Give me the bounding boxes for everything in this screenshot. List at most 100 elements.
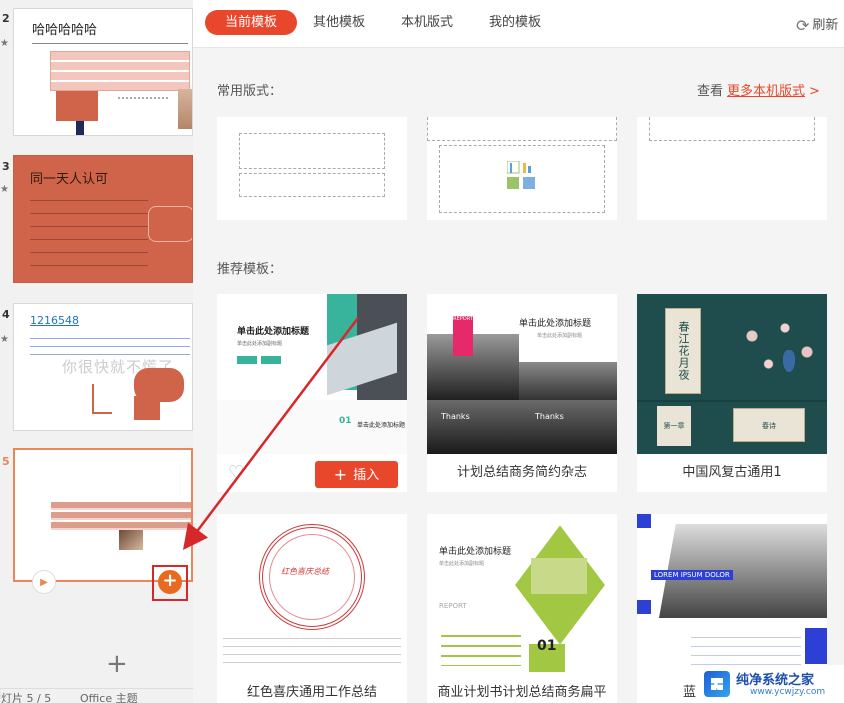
- decor-shape: [637, 514, 651, 528]
- slide-thumbnail-5[interactable]: [13, 448, 193, 582]
- template-card[interactable]: 红色喜庆总结 红色喜庆通用工作总结: [217, 514, 407, 703]
- layout-placeholder: [649, 117, 815, 141]
- slide-shape: [56, 91, 98, 121]
- template-card[interactable]: REPORT 单击此处添加标题 单击此处添加副标题 Thanks Thanks …: [427, 294, 617, 492]
- slide-count: 幻灯片 5 / 5: [0, 692, 52, 703]
- more-layouts-link[interactable]: 更多本机版式: [727, 84, 805, 99]
- template-card[interactable]: 单击此处添加标题 单击此处添加副标题 REPORT 01 商业计划书计划总结商务…: [427, 514, 617, 703]
- text-lines: [691, 632, 801, 666]
- blossom-image: [719, 304, 827, 384]
- section-title-common: 常用版式：: [217, 84, 283, 99]
- tab-current-template[interactable]: 当前模板: [205, 10, 298, 35]
- template-name: 中国风复古通用1: [682, 465, 782, 480]
- report-text: REPORT: [439, 602, 467, 610]
- ring-text: 红色喜庆总结: [281, 567, 329, 576]
- view-label: 查看: [697, 84, 724, 99]
- slide-rounded-box: [148, 206, 192, 242]
- slide-thumbnail-2[interactable]: 哈哈哈哈哈: [13, 8, 193, 136]
- slide-photo: [76, 121, 84, 135]
- slide-link-lines: [30, 334, 190, 358]
- city-image: [522, 400, 617, 454]
- slide-table: [51, 502, 191, 532]
- view-more-layouts: 查看 更多本机版式 >: [697, 80, 820, 99]
- iso-illustration: [531, 558, 587, 594]
- template-card[interactable]: 春江花月夜 第一章 春诗 中国风复古通用1: [637, 294, 827, 492]
- report-tag: REPORT: [453, 316, 473, 356]
- template-preview: 红色喜庆总结: [217, 514, 407, 674]
- layout-title-only[interactable]: [637, 117, 827, 220]
- template-preview: 单击此处添加标题 单击此处添加副标题 01 单击此处添加标题: [217, 294, 407, 454]
- star-icon: ★: [0, 334, 9, 345]
- tab-local-layouts[interactable]: 本机版式: [381, 10, 473, 35]
- template-title-text: 单击此处添加标题: [439, 547, 512, 557]
- text-lines: [441, 630, 521, 666]
- slide-thumbnail-4[interactable]: 1216548 你很快就不慌了: [13, 303, 193, 431]
- thanks-text: Thanks: [441, 412, 470, 421]
- watermark: 纯净系统之家 www.ycwjzy.com: [698, 665, 844, 703]
- layout-placeholder: [239, 173, 385, 197]
- template-name: 红色喜庆通用工作总结: [246, 685, 377, 700]
- heart-icon[interactable]: ♡: [228, 462, 244, 483]
- highlight-box: [152, 565, 188, 601]
- template-name: 计划总结商务简约杂志: [456, 465, 587, 480]
- layout-title-content[interactable]: [427, 117, 617, 220]
- section-title-recommended: 推荐模板：: [217, 262, 283, 277]
- template-pane: 当前模板 其他模板 本机版式 我的模板 ⟳ 刷新 常用版式： 查看 更多本机版式 > …: [193, 0, 844, 703]
- bird-image: [783, 350, 795, 372]
- insert-label: 插入: [353, 468, 380, 483]
- lorem-text: LOREM IPSUM DOLOR: [651, 570, 733, 580]
- template-subtitle-text: 单击此处添加副标题: [537, 333, 583, 339]
- thanks-text: Thanks: [535, 412, 564, 421]
- slide-number: 4: [2, 308, 10, 321]
- add-slide-button[interactable]: +: [106, 651, 128, 677]
- poem-label: 春诗: [733, 408, 805, 442]
- slide-link: 1216548: [30, 314, 79, 327]
- layout-placeholder: [427, 117, 617, 141]
- template-number: 01: [339, 416, 352, 426]
- city-image: [519, 362, 617, 400]
- slide-thumbnail-3[interactable]: 同一天人认可: [13, 155, 193, 283]
- template-bottom-title: 单击此处添加标题: [357, 422, 406, 429]
- seal-ring: [269, 534, 355, 620]
- star-icon: ★: [0, 184, 9, 195]
- slide-bullet-list: [30, 192, 148, 272]
- template-subtitle-text: 单击此处添加副标题: [237, 341, 283, 347]
- chevron-right-icon: >: [809, 84, 820, 99]
- refresh-label: 刷新: [812, 18, 839, 33]
- slide-text-line: [32, 43, 188, 51]
- decor-shape: [805, 628, 827, 664]
- tab-other-templates[interactable]: 其他模板: [293, 10, 385, 35]
- layout-placeholder: [239, 133, 385, 169]
- status-bar: 幻灯片 5 / 5 Office 主题: [0, 688, 199, 703]
- city-image: [427, 334, 519, 400]
- slide-photo: [119, 530, 143, 550]
- decor-shape: [237, 356, 283, 364]
- template-preview: REPORT 单击此处添加标题 单击此处添加副标题 Thanks Thanks: [427, 294, 617, 454]
- template-title-text: 单击此处添加标题: [237, 327, 310, 337]
- layout-title-slide[interactable]: [217, 117, 407, 220]
- decor-shape: [637, 600, 651, 614]
- play-icon[interactable]: ▶: [32, 570, 56, 594]
- template-number: 01: [537, 638, 557, 654]
- slide-square-shape: [134, 396, 160, 420]
- template-title-text: 单击此处添加标题: [519, 319, 592, 329]
- play-symbol: ▶: [40, 576, 48, 588]
- template-preview: LOREM IPSUM DOLOR: [637, 514, 827, 674]
- watermark-url: www.ycwjzy.com: [750, 687, 826, 697]
- slide-number: 2: [2, 12, 10, 25]
- slide-text-block: [118, 97, 168, 117]
- tab-bar: 当前模板 其他模板 本机版式 我的模板 ⟳ 刷新: [193, 0, 844, 48]
- slide-panel: 2 ★ 哈哈哈哈哈 3 ★ 同一天人认可 4 ★ 1216548 你很快就不慌了…: [0, 0, 200, 703]
- slide-table: [50, 51, 190, 91]
- scroll-title: 春江花月夜: [665, 308, 701, 394]
- template-subtitle-text: 单击此处添加副标题: [439, 561, 485, 567]
- refresh-button[interactable]: ⟳ 刷新: [796, 14, 838, 35]
- theme-name: Office 主题: [80, 692, 138, 703]
- insert-button[interactable]: + 插入: [315, 461, 398, 488]
- chapter-label: 第一章: [657, 406, 691, 446]
- template-name: 商业计划书计划总结商务扁平: [437, 685, 607, 700]
- tab-my-templates[interactable]: 我的模板: [469, 10, 561, 35]
- slide-image: [178, 89, 192, 129]
- template-preview: 春江花月夜 第一章 春诗: [637, 294, 827, 454]
- watermark-logo-icon: [704, 671, 730, 697]
